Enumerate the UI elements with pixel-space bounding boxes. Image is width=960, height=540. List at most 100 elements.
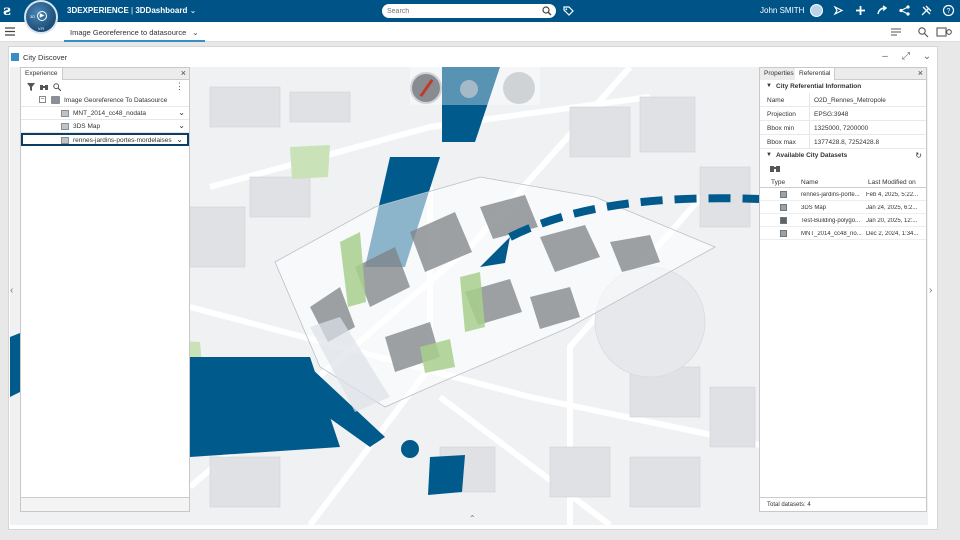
collapse-icon[interactable]: –: [39, 96, 46, 103]
widget-title: City Discover: [23, 53, 68, 62]
chevron-down-icon[interactable]: ⌄: [921, 51, 933, 63]
info-key: Bbox max: [767, 139, 796, 146]
dataset-modified: Jan 24, 2025, 6:2...: [866, 205, 918, 211]
close-icon[interactable]: ×: [181, 68, 186, 79]
datasets-table-header: Type Name Last Modified on: [760, 176, 926, 188]
tab-referential[interactable]: Referential: [795, 68, 836, 80]
compass-label: 3D: [30, 14, 36, 19]
filter-icon[interactable]: [27, 83, 35, 91]
info-key: Projection: [767, 111, 796, 118]
chevron-down-icon: ⌄: [189, 6, 197, 15]
tab-experience[interactable]: Experience: [21, 68, 63, 80]
table-row[interactable]: rennes-jardins-porte... Feb 4, 2025, 5:2…: [760, 188, 926, 201]
section-available-datasets[interactable]: ▼ Available City Datasets ↻: [760, 149, 926, 162]
search-input[interactable]: [382, 4, 532, 18]
chevron-down-icon[interactable]: ⌄: [192, 28, 198, 37]
experience-toolbar: ⋮: [21, 80, 189, 94]
dataset-icon: [61, 137, 69, 144]
table-row[interactable]: Test-Building-polygo... Jan 20, 2025, 12…: [760, 214, 926, 227]
info-value: 1325000, 7200000: [814, 125, 869, 132]
search-icon[interactable]: [53, 83, 61, 91]
info-value: 1377428.8, 7252428.8: [814, 139, 880, 146]
info-value: O2D_Rennes_Metropole: [814, 97, 886, 104]
play-icon: ▶: [37, 11, 47, 21]
tree-item-label: rennes-jardins-portes-mordelaises: [73, 137, 172, 144]
refresh-icon[interactable]: ↻: [915, 151, 922, 160]
datasets-toolbar: [760, 162, 926, 176]
pan-control-icon[interactable]: [503, 72, 535, 104]
experience-panel-tabs: Experience ×: [21, 68, 189, 80]
widget-app-icon: [11, 53, 19, 61]
tab-image-georeference[interactable]: Image Georeference to datasource ⌄: [64, 22, 205, 42]
compass-icon[interactable]: 3D ▶ V.R: [24, 0, 58, 34]
info-value: EPSG:3948: [814, 111, 849, 118]
dataset-icon: [780, 204, 787, 211]
tree-item-3ds-map[interactable]: 3DS Map ⌄: [21, 120, 189, 133]
experience-icon: [51, 96, 60, 104]
column-type[interactable]: Type: [771, 179, 785, 186]
minimize-icon[interactable]: –: [879, 51, 891, 63]
tree-item-label: MNT_2014_cc48_nodata: [73, 110, 146, 117]
more-options-icon[interactable]: ⋮: [175, 81, 184, 92]
dataset-name: Test-Building-polygo...: [801, 218, 861, 224]
tab-properties[interactable]: Properties: [760, 68, 799, 80]
referential-panel: Properties Referential × ▼ City Referent…: [759, 67, 927, 512]
ds-logo-icon[interactable]: ƨ: [3, 3, 21, 19]
tree-root[interactable]: – Image Georeference To Datasource: [21, 94, 189, 107]
avatar[interactable]: [810, 4, 823, 17]
column-name[interactable]: Name: [801, 179, 818, 186]
app-title[interactable]: 3DEXPERIENCE | 3DDashboard ⌄: [67, 6, 196, 15]
info-row: Projection EPSG:3948: [760, 107, 926, 121]
search-box: [382, 4, 556, 18]
network-icon[interactable]: [898, 4, 911, 17]
brand-prefix: 3DEXPERIENCE: [67, 6, 129, 15]
table-row[interactable]: 3DS Map Jan 24, 2025, 6:2...: [760, 201, 926, 214]
forward-icon[interactable]: [876, 4, 889, 17]
datasets-footer: Total datasets: 4: [760, 497, 926, 511]
dataset-modified: Dec 2, 2024, 1:34...: [866, 231, 919, 237]
info-row: Name O2D_Rennes_Metropole: [760, 93, 926, 107]
compass-version: V.R: [37, 26, 45, 31]
cast-icon[interactable]: [936, 26, 952, 38]
column-last-modified[interactable]: Last Modified on: [868, 179, 916, 186]
tree-root-label: Image Georeference To Datasource: [64, 97, 168, 104]
tools-icon[interactable]: [920, 4, 933, 17]
dataset-name: 3DS Map: [801, 205, 827, 211]
dataset-icon: [780, 191, 787, 198]
tree-item-mnt[interactable]: MNT_2014_cc48_nodata ⌄: [21, 107, 189, 120]
section-city-referential[interactable]: ▼ City Referential Information: [760, 80, 926, 93]
caret-down-icon: ▼: [766, 83, 772, 89]
svg-text:?: ?: [947, 8, 951, 15]
binoculars-icon[interactable]: [770, 164, 780, 173]
chevron-down-icon[interactable]: ⌄: [178, 108, 185, 117]
chevron-left-icon[interactable]: ‹: [10, 285, 13, 296]
tree-item-rennes[interactable]: rennes-jardins-portes-mordelaises ⌄: [21, 133, 189, 146]
dataset-modified: Feb 4, 2025, 5:22...: [866, 192, 919, 198]
add-icon[interactable]: [854, 4, 867, 17]
top-bar: ƨ 3D ▶ V.R 3DEXPERIENCE | 3DDashboard ⌄ …: [0, 0, 960, 34]
chevron-down-icon[interactable]: ⌄: [178, 121, 185, 130]
total-datasets-label: Total datasets:: [767, 502, 806, 508]
search-icon[interactable]: [542, 6, 552, 16]
navigation-compass-icon[interactable]: [410, 72, 442, 104]
search-user-icon[interactable]: [917, 26, 929, 38]
zoom-control-icon[interactable]: [460, 80, 478, 98]
dataset-modified: Jan 20, 2025, 12:...: [866, 218, 918, 224]
section-title: City Referential Information: [776, 83, 862, 90]
chevron-up-icon[interactable]: ⌃: [469, 514, 476, 523]
table-row[interactable]: MNT_2014_cc48_no... Dec 2, 2024, 1:34...: [760, 227, 926, 240]
chevron-right-icon[interactable]: ›: [929, 285, 932, 296]
chevron-down-icon[interactable]: ⌄: [176, 135, 183, 144]
tag-icon[interactable]: [562, 5, 574, 17]
experience-panel-footer: [21, 497, 189, 511]
list-settings-icon[interactable]: [890, 26, 902, 38]
menu-icon[interactable]: [5, 27, 15, 36]
maximize-icon[interactable]: ⤢: [900, 51, 912, 63]
help-icon[interactable]: ?: [942, 4, 955, 17]
user-name[interactable]: John SMITH: [760, 6, 804, 15]
close-icon[interactable]: ×: [918, 68, 923, 79]
share-icon[interactable]: [832, 4, 845, 17]
info-row: Bbox min 1325000, 7200000: [760, 121, 926, 135]
binoculars-icon[interactable]: [40, 83, 48, 91]
tab-label: Image Georeference to datasource: [70, 28, 187, 37]
